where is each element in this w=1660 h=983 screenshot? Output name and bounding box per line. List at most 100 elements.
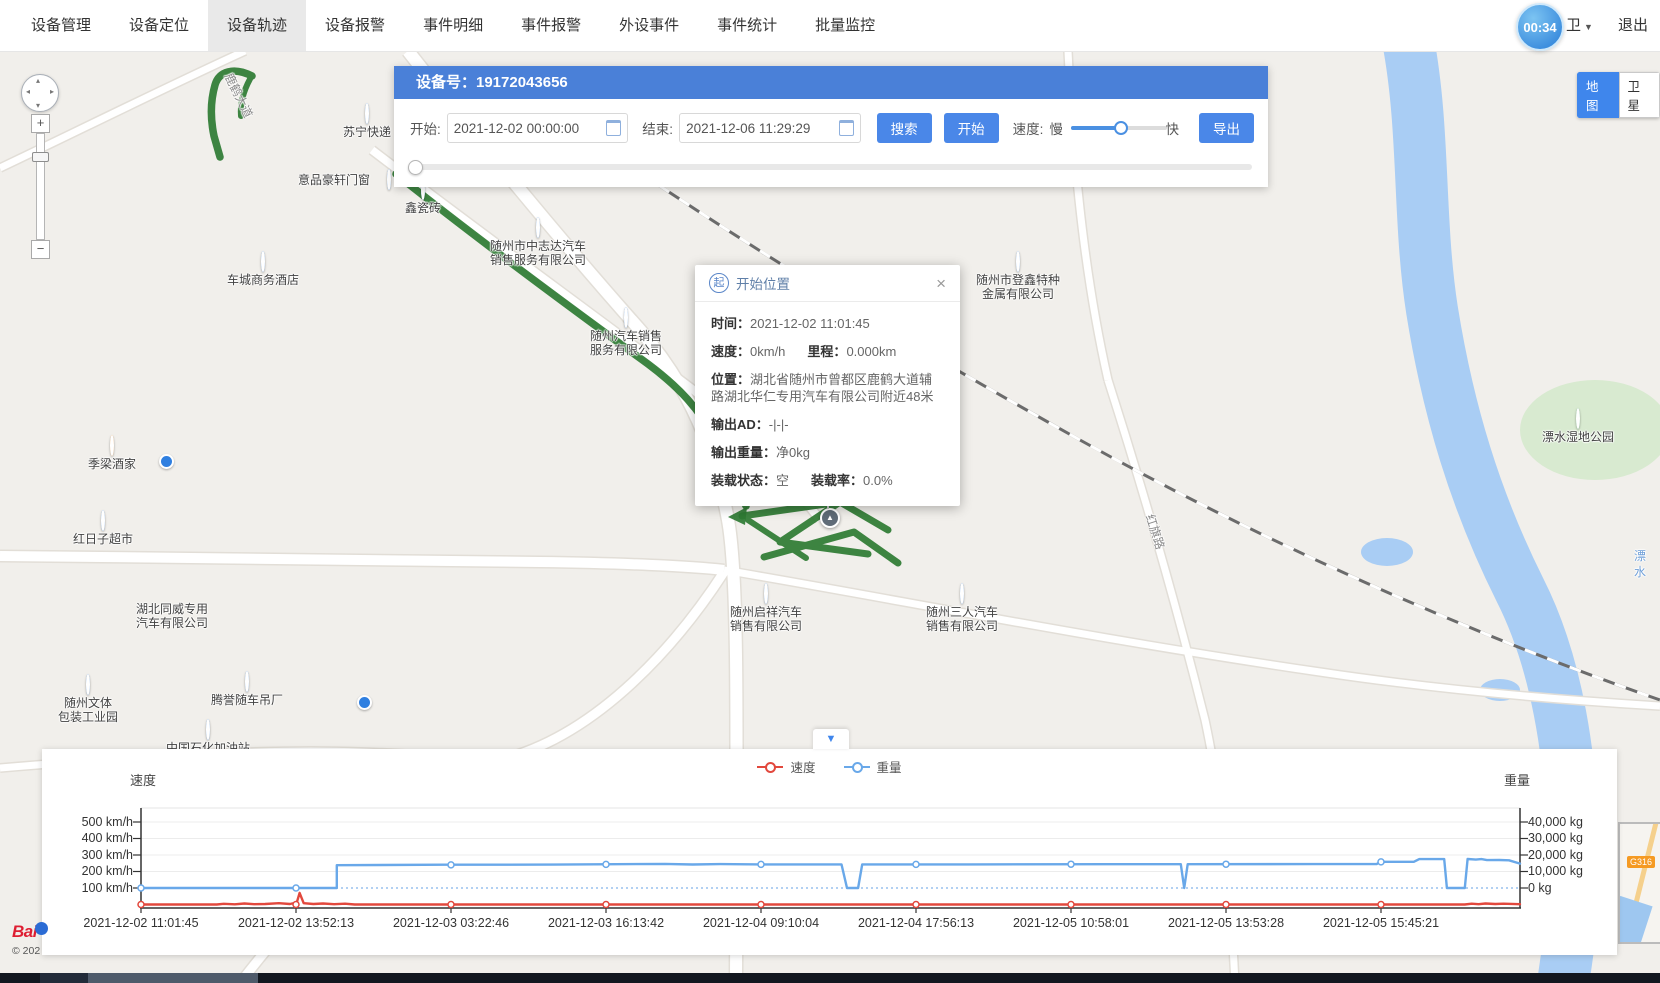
poi-label: 金属有限公司 <box>976 286 1060 302</box>
legend-line-icon <box>757 766 783 768</box>
logout-button[interactable]: 退出 <box>1618 0 1648 51</box>
map-pan-control[interactable]: ▴ ▾ ◂ ▸ <box>21 74 59 112</box>
right-tick: 30,000 kg <box>1528 831 1613 846</box>
legend-item-speed[interactable]: 速度 <box>757 757 815 776</box>
poi-sanren: 随州三人汽车销售有限公司 <box>926 585 998 634</box>
poi-icon[interactable] <box>110 435 114 456</box>
search-button[interactable]: 搜索 <box>877 113 932 143</box>
export-button[interactable]: 导出 <box>1199 113 1254 143</box>
zoom-out-button[interactable]: − <box>31 240 50 259</box>
poi-label: 季梁酒家 <box>88 456 136 472</box>
poi-dot[interactable] <box>357 695 372 710</box>
poi-label: 包装工业园 <box>58 709 118 725</box>
start-time-input[interactable]: 2021-12-02 00:00:00 <box>447 113 629 143</box>
popup-row-ad: 输出AD：-|-|- <box>711 416 944 433</box>
poi-icon[interactable] <box>206 719 210 740</box>
end-time-input[interactable]: 2021-12-06 11:29:29 <box>679 113 861 143</box>
x-axis-label: 2021-12-05 10:58:01 <box>1013 916 1129 930</box>
poi-label: 销售服务有限公司 <box>490 252 586 268</box>
poi-icon[interactable] <box>245 671 249 692</box>
map-type-map[interactable]: 地图 <box>1577 72 1619 118</box>
copyright-text: © 202 <box>12 945 48 957</box>
poi-label: 意品豪轩门窗 <box>298 171 370 188</box>
poi-suning: 苏宁快递 <box>343 105 391 140</box>
water-label: 漂水 <box>1634 548 1648 580</box>
calendar-icon[interactable] <box>839 120 854 136</box>
left-tick: 500 km/h <box>70 815 133 830</box>
poi-label: 销售有限公司 <box>926 618 998 634</box>
poi-dot[interactable] <box>159 454 174 469</box>
tab-event-detail[interactable]: 事件明细 <box>404 0 502 51</box>
poi-label: 漂水湿地公园 <box>1542 429 1614 445</box>
map-type-satellite[interactable]: 卫星 <box>1619 72 1660 118</box>
poi-icon[interactable] <box>387 169 391 190</box>
chart-collapse-button[interactable]: ▼ <box>813 729 849 749</box>
inset-water <box>1618 896 1653 944</box>
zoom-slider-handle[interactable] <box>32 152 49 162</box>
poi-yipin: 意品豪轩门窗 <box>387 171 391 189</box>
right-tick: 40,000 kg <box>1528 815 1613 830</box>
pan-left-icon[interactable]: ◂ <box>26 87 30 96</box>
popup-title: 开始位置 <box>736 273 790 293</box>
popup-row-speed: 速度：0km/h里程：0.000km <box>711 343 944 360</box>
tab-device-track[interactable]: 设备轨迹 <box>208 0 306 51</box>
poi-icon[interactable] <box>261 251 265 272</box>
map-type-toggle: 地图 卫星 <box>1577 72 1660 118</box>
left-tick: 200 km/h <box>70 864 133 879</box>
start-position-marker[interactable]: ▲ <box>820 508 840 528</box>
start-badge-icon: 起 <box>709 273 729 293</box>
tab-device-location[interactable]: 设备定位 <box>110 0 208 51</box>
left-tick: 300 km/h <box>70 848 133 863</box>
x-axis-label: 2021-12-02 11:01:45 <box>83 916 198 930</box>
legend-item-weight[interactable]: 重量 <box>844 757 902 776</box>
popup-row-load: 装载状态：空装载率：0.0% <box>711 472 944 489</box>
x-axis-label: 2021-12-04 09:10:04 <box>703 916 819 930</box>
play-button[interactable]: 开始 <box>944 113 999 143</box>
poi-icon[interactable] <box>764 583 768 604</box>
poi-hongrizi: 红日子超市 <box>73 512 133 547</box>
x-axis-label: 2021-12-04 17:56:13 <box>858 916 974 930</box>
baidu-logo-circle <box>35 922 48 935</box>
progress-handle[interactable] <box>408 160 423 175</box>
progress-track[interactable] <box>410 164 1252 170</box>
poi-label: 苏宁快递 <box>343 124 391 140</box>
poi-icon[interactable] <box>960 583 964 604</box>
close-icon[interactable]: × <box>936 275 946 292</box>
playback-speed-slider[interactable] <box>1071 121 1156 135</box>
poi-icon[interactable] <box>101 510 105 531</box>
poi-icon[interactable] <box>1016 251 1020 272</box>
speed-slider-handle[interactable] <box>1114 121 1128 135</box>
tab-peripheral-event[interactable]: 外设事件 <box>600 0 698 51</box>
poi-checheng: 车城商务酒店 <box>227 253 299 288</box>
poi-icon[interactable] <box>86 674 90 695</box>
zoom-in-button[interactable]: + <box>31 114 50 133</box>
device-panel-title: 设备号：19172043656 <box>394 66 1268 99</box>
zoom-slider-track[interactable] <box>36 133 45 240</box>
end-time-label: 结束: <box>642 118 673 138</box>
poi-label: 红日子超市 <box>73 531 133 547</box>
calendar-icon[interactable] <box>606 120 621 136</box>
poi-suizhou-sales: 随州汽车销售服务有限公司 <box>590 309 662 358</box>
poi-label: 腾誉随车吊厂 <box>211 692 283 708</box>
tab-batch-monitor[interactable]: 批量监控 <box>796 0 894 51</box>
pan-right-icon[interactable]: ▸ <box>50 87 54 96</box>
pan-up-icon[interactable]: ▴ <box>36 76 40 85</box>
tab-event-stats[interactable]: 事件统计 <box>698 0 796 51</box>
tab-device-management[interactable]: 设备管理 <box>12 0 110 51</box>
poi-icon[interactable] <box>1576 408 1580 429</box>
popup-row-weight: 输出重量：净0kg <box>711 444 944 461</box>
poi-label: 汽车有限公司 <box>136 615 208 631</box>
x-axis-label: 2021-12-02 13:52:13 <box>238 916 354 930</box>
poi-tengyu: 腾誉随车吊厂 <box>211 673 283 708</box>
tab-device-alarm[interactable]: 设备报警 <box>306 0 404 51</box>
tab-event-alarm[interactable]: 事件报警 <box>502 0 600 51</box>
poi-icon[interactable] <box>365 103 369 124</box>
overview-inset-map[interactable]: G316 <box>1618 822 1660 944</box>
user-menu[interactable]: 卫▼ <box>1566 0 1593 53</box>
nav-tabs: 设备管理 设备定位 设备轨迹 设备报警 事件明细 事件报警 外设事件 事件统计 … <box>0 0 1660 51</box>
poi-icon[interactable] <box>536 217 540 238</box>
poi-icon[interactable] <box>624 307 628 328</box>
pan-down-icon[interactable]: ▾ <box>36 101 40 110</box>
popup-row-time: 时间：2021-12-02 11:01:45 <box>711 315 944 332</box>
poi-dengxin: 随州市登鑫特种金属有限公司 <box>976 253 1060 302</box>
